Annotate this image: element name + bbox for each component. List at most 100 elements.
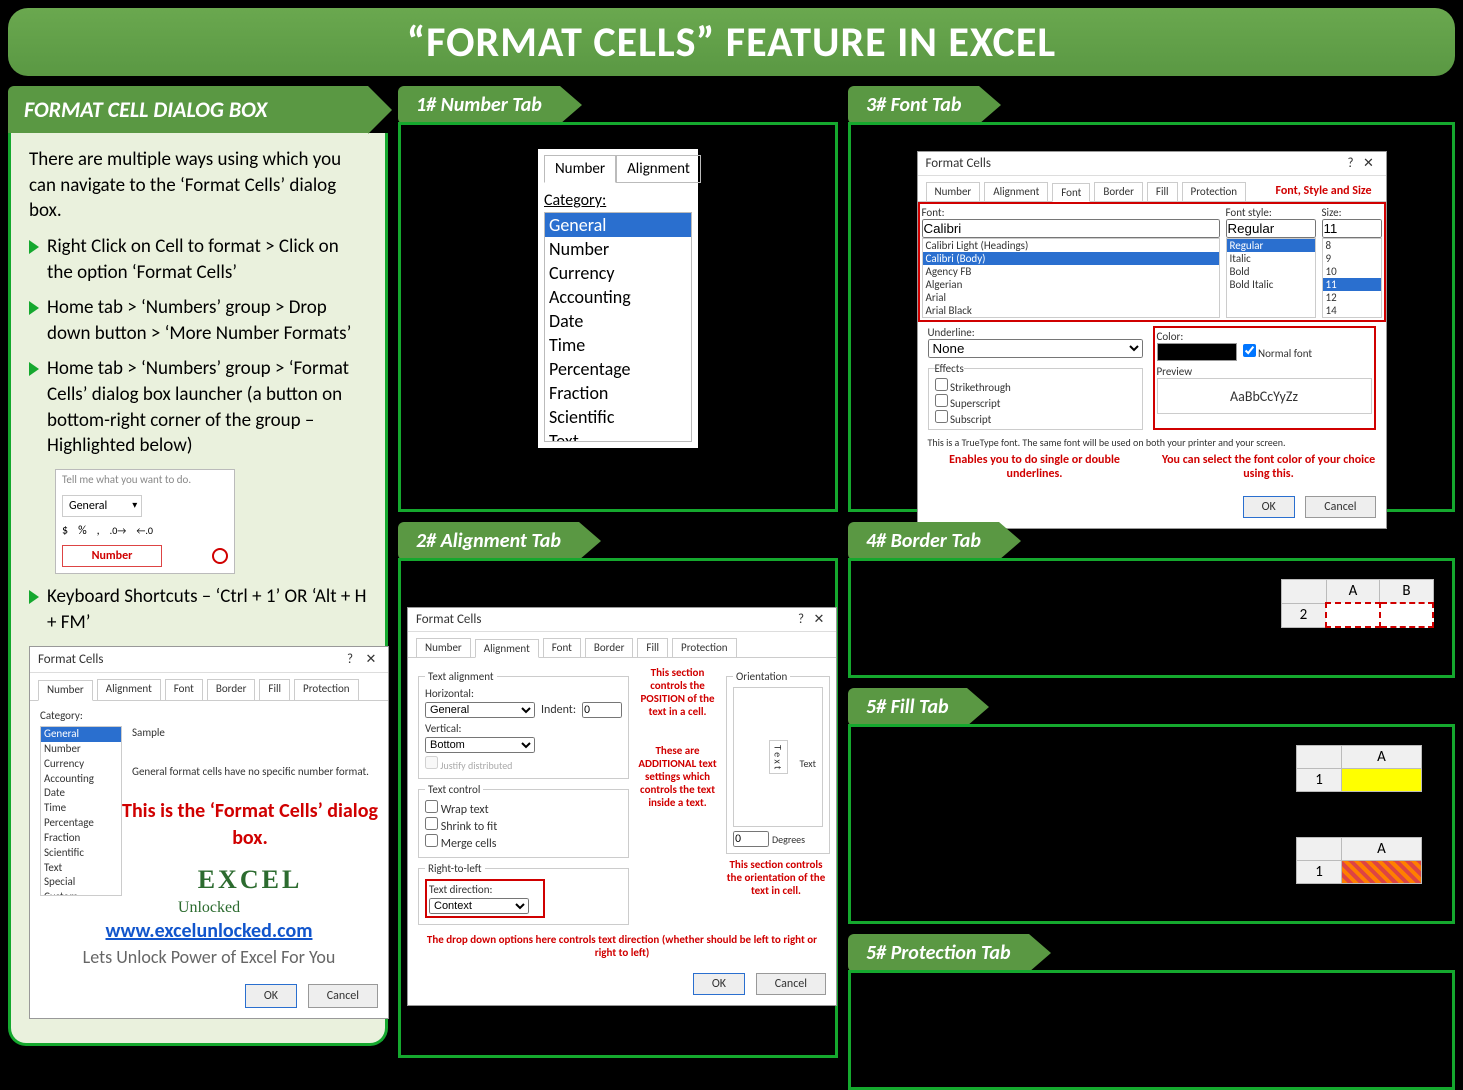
number-format-dropdown[interactable]: General [62,495,142,517]
list-item[interactable]: Date [545,309,691,333]
list-item[interactable]: Agency FB [923,265,1219,278]
mock-tab-number[interactable]: Number [544,155,616,183]
help-icon[interactable]: ? [1342,156,1360,171]
list-item[interactable]: Accounting [545,285,691,309]
list-item[interactable]: Scientific [545,405,691,429]
list-item[interactable]: Percentage [41,816,121,831]
list-item[interactable]: Currency [41,757,121,772]
help-icon[interactable]: ? [792,612,810,627]
wrap-checkbox[interactable] [425,800,438,813]
list-item[interactable]: 14 [1323,304,1381,317]
list-item[interactable]: Special [41,875,121,890]
strikethrough-checkbox[interactable] [935,378,948,391]
tab-font[interactable]: Font [165,679,203,700]
cancel-button[interactable]: Cancel [1305,496,1375,518]
list-item[interactable]: Number [41,742,121,757]
tab-fill[interactable]: Fill [1147,182,1178,201]
size-list[interactable]: 8 9 10 11 12 14 [1322,238,1382,318]
list-item[interactable]: Bold Italic [1227,278,1315,291]
orientation-dial[interactable]: T e x t Text [733,687,823,827]
comma-button[interactable]: , [97,523,100,539]
list-item[interactable]: 9 [1323,252,1381,265]
mock-tab-alignment[interactable]: Alignment [616,155,701,183]
tab-alignment[interactable]: Alignment [475,639,539,658]
horizontal-select[interactable]: General [425,702,535,718]
tab-alignment[interactable]: Alignment [97,679,161,700]
indent-input[interactable] [582,702,622,718]
normal-font-checkbox[interactable] [1243,344,1256,357]
decrease-decimal-button[interactable]: ←.0 [136,524,153,538]
close-icon[interactable]: ✕ [362,651,380,669]
subscript-checkbox[interactable] [935,410,948,423]
list-item[interactable]: Arial Black [923,304,1219,317]
tab-font[interactable]: Font [1052,183,1090,202]
tab-font[interactable]: Font [543,638,581,657]
underline-select[interactable]: None [928,339,1143,358]
help-icon[interactable]: ? [341,651,359,669]
superscript-checkbox[interactable] [935,394,948,407]
cancel-button[interactable]: Cancel [308,984,378,1008]
list-item[interactable]: Regular [1227,239,1315,252]
category-listbox[interactable]: General Number Currency Accounting Date … [40,726,122,896]
ok-button[interactable]: OK [245,984,297,1008]
list-item[interactable]: 10 [1323,265,1381,278]
tab-number[interactable]: Number [926,182,981,201]
tab-number[interactable]: Number [38,680,93,701]
list-item[interactable]: Arial [923,291,1219,304]
direction-select[interactable]: Context [429,898,529,914]
close-icon[interactable]: ✕ [1360,156,1378,171]
list-item[interactable]: Currency [545,261,691,285]
tab-border[interactable]: Border [207,679,256,700]
list-item[interactable]: Fraction [545,381,691,405]
list-item[interactable]: Calibri Light (Headings) [923,239,1219,252]
increase-decimal-button[interactable]: .0→ [110,524,127,538]
list-item[interactable]: 11 [1323,278,1381,291]
list-item[interactable]: Algerian [923,278,1219,291]
cancel-button[interactable]: Cancel [756,973,826,995]
tab-protection[interactable]: Protection [1182,182,1247,201]
list-item[interactable]: Percentage [545,357,691,381]
tab-protection[interactable]: Protection [672,638,737,657]
tab-number[interactable]: Number [416,638,471,657]
font-input[interactable] [922,219,1220,238]
list-item[interactable]: General [545,213,691,237]
list-item[interactable]: Text [41,861,121,876]
website-link[interactable]: www.excelunlocked.com [106,919,313,943]
list-item[interactable]: Custom [41,890,121,896]
currency-icon[interactable]: $ [62,523,68,539]
style-list[interactable]: Regular Italic Bold Bold Italic [1226,238,1316,318]
style-input[interactable] [1226,219,1316,238]
tab-fill[interactable]: Fill [259,679,290,700]
close-icon[interactable]: ✕ [810,612,828,627]
tab-alignment[interactable]: Alignment [984,182,1048,201]
ok-button[interactable]: OK [1243,496,1295,518]
tab-protection[interactable]: Protection [294,679,359,700]
list-item[interactable]: Bold [1227,265,1315,278]
tab-fill[interactable]: Fill [637,638,668,657]
vertical-select[interactable]: Bottom [425,737,535,753]
dialog-launcher-button[interactable] [212,548,228,564]
list-item[interactable]: Fraction [41,831,121,846]
list-item[interactable]: Number [545,237,691,261]
degrees-input[interactable] [733,831,769,847]
list-item[interactable]: Italic [1227,252,1315,265]
percent-button[interactable]: % [78,523,87,539]
merge-checkbox[interactable] [425,834,438,847]
list-item[interactable]: 12 [1323,291,1381,304]
list-item[interactable]: General [41,727,121,742]
list-item[interactable]: Accounting [41,772,121,787]
size-input[interactable] [1322,219,1382,238]
tell-me-box[interactable]: Tell me what you want to do. [56,470,234,491]
list-item[interactable]: Time [41,801,121,816]
tab-border[interactable]: Border [585,638,634,657]
font-list[interactable]: Calibri Light (Headings) Calibri (Body) … [922,238,1220,318]
list-item[interactable]: Time [545,333,691,357]
color-picker[interactable] [1157,343,1237,361]
tab-border[interactable]: Border [1094,182,1143,201]
list-item[interactable]: 8 [1323,239,1381,252]
list-item[interactable]: Text [545,429,691,442]
list-item[interactable]: Scientific [41,846,121,861]
list-item[interactable]: Calibri (Body) [923,252,1219,265]
list-item[interactable]: Date [41,786,121,801]
ok-button[interactable]: OK [693,973,745,995]
